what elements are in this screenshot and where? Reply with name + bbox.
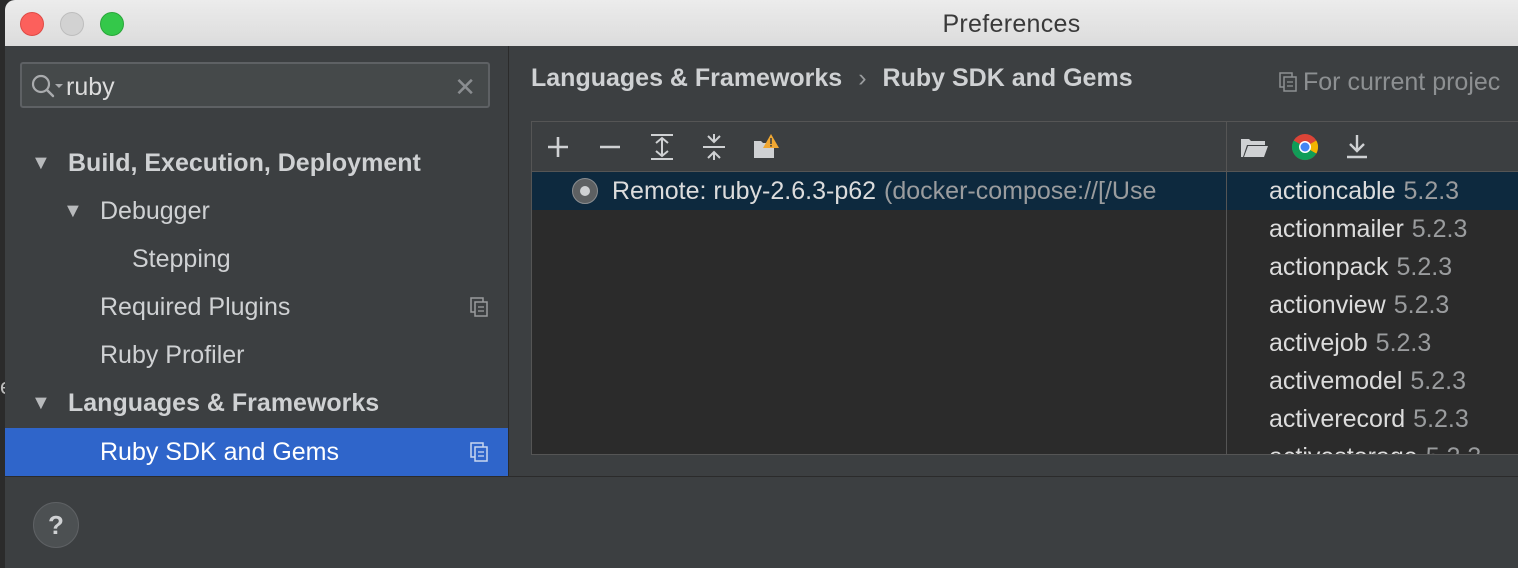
clear-search-icon[interactable]: ✕ [454,72,476,103]
gem-version: 5.2.3 [1411,215,1468,243]
gem-row[interactable]: activerecord 5.2.3 [1227,400,1518,438]
preferences-window: Preferences ruby ✕ ▼ Build, Execution, D… [5,0,1518,568]
tree-item-debugger[interactable]: ▼ Debugger [5,187,508,235]
gems-toolbar [1227,122,1518,172]
tree-item-label: Required Plugins [100,293,291,321]
gem-name: activerecord [1269,405,1406,433]
gem-version: 5.2.3 [1393,291,1450,319]
scope-label: For current projec [1303,68,1501,96]
remove-icon[interactable] [595,132,625,162]
breadcrumb: Languages & Frameworks › Ruby SDK and Gems [531,64,1133,93]
gem-version: 5.2.3 [1410,367,1467,395]
gem-name: activemodel [1269,367,1403,395]
tree-item-required-plugins[interactable]: Required Plugins [5,283,508,331]
tree-item-ruby-sdk-and-gems[interactable]: Ruby SDK and Gems [5,428,508,476]
tree-item-languages-frameworks[interactable]: ▼ Languages & Frameworks [5,379,508,427]
download-icon[interactable] [1342,132,1372,162]
breadcrumb-parent[interactable]: Languages & Frameworks [531,64,842,92]
tree-item-label: Languages & Frameworks [68,389,380,417]
scope-indicator: For current projec [1279,68,1500,97]
settings-sidebar: ruby ✕ ▼ Build, Execution, Deployment ▼ … [5,46,509,476]
gem-name: activestorage [1269,443,1418,454]
tree-item-label: Build, Execution, Deployment [68,149,421,177]
gem-version: 5.2.3 [1403,177,1460,205]
breadcrumb-current: Ruby SDK and Gems [882,64,1133,92]
gem-version: 5.2.3 [1375,329,1432,357]
gem-name: actionmailer [1269,215,1404,243]
tree-item-ruby-profiler[interactable]: Ruby Profiler [5,331,508,379]
chrome-browser-icon[interactable] [1290,132,1320,162]
gem-name: activejob [1269,329,1368,357]
gem-name: actioncable [1269,177,1396,205]
gem-version: 5.2.3 [1426,443,1482,454]
search-input[interactable]: ruby [66,73,115,102]
tree-item-label: Ruby SDK and Gems [100,438,339,466]
window-title: Preferences [942,10,1081,38]
tree-item-label: Stepping [132,245,231,273]
gem-row[interactable]: activestorage 5.2.3 [1227,438,1518,454]
expand-all-icon[interactable] [647,132,677,162]
sdk-list-panel: Remote: ruby-2.6.3-p62 (docker-compose://… [531,121,1227,455]
collapse-all-icon[interactable] [699,132,729,162]
gem-name: actionview [1269,291,1386,319]
tree-item-label: Debugger [100,197,210,225]
breadcrumb-separator: › [858,64,867,92]
expanded-arrow-icon[interactable]: ▼ [31,139,51,187]
search-field[interactable]: ruby ✕ [20,62,490,108]
sdk-toolbar [532,122,1226,172]
add-icon[interactable] [543,132,573,162]
sdk-warning-icon[interactable] [751,132,781,162]
gem-version: 5.2.3 [1396,253,1453,281]
gem-row[interactable]: actionmailer 5.2.3 [1227,210,1518,248]
gem-row[interactable]: activemodel 5.2.3 [1227,362,1518,400]
settings-content: Languages & Frameworks › Ruby SDK and Gems… [509,46,1518,476]
expanded-arrow-icon[interactable]: ▼ [31,379,51,427]
gem-version: 5.2.3 [1413,405,1469,433]
sdk-row[interactable]: Remote: ruby-2.6.3-p62 (docker-compose://… [532,172,1226,210]
dialog-footer: ? [5,476,1518,568]
sdk-radio-button[interactable] [572,178,598,204]
gem-name: actionpack [1269,253,1389,281]
title-bar: Preferences [5,0,1518,47]
project-level-icon [470,442,488,462]
gems-list-panel: actioncable 5.2.3 actionmailer 5.2.3 actio… [1227,121,1518,455]
gem-row[interactable]: actionview 5.2.3 [1227,286,1518,324]
project-level-icon [1279,72,1297,92]
tree-item-build-execution-deployment[interactable]: ▼ Build, Execution, Deployment [5,139,508,187]
expanded-arrow-icon[interactable]: ▼ [63,187,83,235]
open-folder-icon[interactable] [1239,132,1269,162]
gem-row[interactable]: activejob 5.2.3 [1227,324,1518,362]
sdk-path: (docker-compose://[/Use [884,177,1157,205]
gem-row[interactable]: actionpack 5.2.3 [1227,248,1518,286]
sdk-name: Remote: ruby-2.6.3-p62 [612,177,877,205]
help-button[interactable]: ? [33,502,79,548]
project-level-icon [470,297,488,317]
search-icon[interactable] [30,73,64,99]
tree-item-label: Ruby Profiler [100,341,245,369]
tree-item-stepping[interactable]: Stepping [5,235,508,283]
gem-row[interactable]: actioncable 5.2.3 [1227,172,1518,210]
